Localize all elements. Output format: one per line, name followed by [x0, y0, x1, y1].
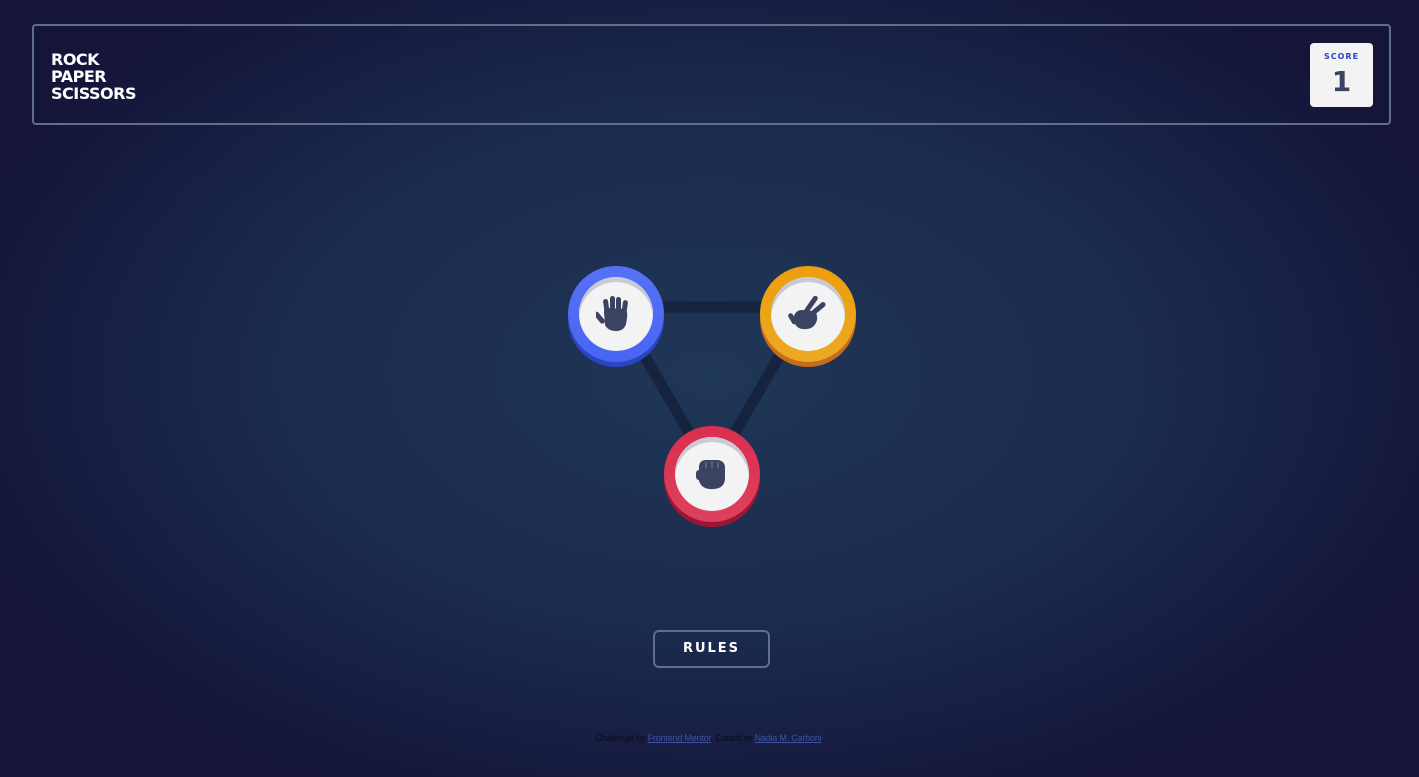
scissors-choice-button[interactable]: [760, 266, 856, 367]
game-header: ROCK PAPER SCISSORS SCORE 1: [32, 24, 1391, 125]
frontend-mentor-link[interactable]: Frontend Mentor: [648, 733, 711, 743]
attribution-suffix: .: [821, 733, 824, 743]
scissors-face: [771, 277, 845, 351]
rock-choice-button[interactable]: [664, 426, 760, 527]
rock-fist-icon: [696, 460, 725, 490]
title-line-paper: PAPER: [51, 67, 107, 86]
author-link[interactable]: Nadia M. Carboni: [755, 733, 822, 743]
paper-face: [579, 277, 653, 351]
paper-hand-icon: [596, 296, 628, 331]
title-line-scissors: SCISSORS: [51, 84, 137, 103]
score-value: 1: [1331, 65, 1352, 98]
attribution-prefix: Challenge by: [595, 733, 646, 743]
attribution-middle: . Coded by: [710, 733, 753, 743]
attribution: Challenge by Frontend Mentor. Coded by N…: [0, 733, 1419, 743]
paper-choice-button[interactable]: [568, 266, 664, 367]
score-label: SCORE: [1323, 52, 1360, 61]
game-title: ROCK PAPER SCISSORS: [51, 50, 137, 103]
score-box: SCORE 1: [1310, 43, 1373, 107]
rock-face: [675, 437, 749, 511]
rules-button[interactable]: RULES: [653, 630, 770, 668]
game-board: [560, 258, 864, 536]
title-line-rock: ROCK: [51, 50, 100, 69]
scissors-hand-icon: [788, 295, 826, 330]
